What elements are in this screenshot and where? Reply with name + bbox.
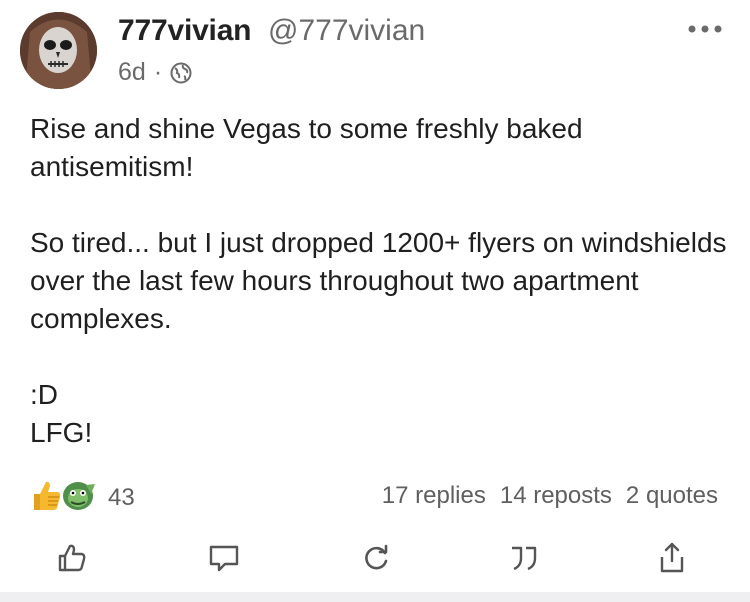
reaction-count[interactable]: 43 <box>108 484 135 512</box>
post-meta: 6d · <box>118 58 192 87</box>
post-paragraph: Rise and shine Vegas to some freshly bak… <box>30 113 583 182</box>
reply-button[interactable] <box>204 538 244 578</box>
repost-button[interactable] <box>356 538 396 578</box>
timestamp[interactable]: 6d <box>118 58 146 87</box>
action-bar <box>0 530 750 588</box>
replies-count[interactable]: 17 replies <box>382 482 486 510</box>
avatar[interactable] <box>20 12 97 89</box>
post-paragraph: LFG! <box>30 417 93 448</box>
post-stats: 43 17 replies 14 reposts 2 quotes <box>30 478 730 518</box>
quotes-count[interactable]: 2 quotes <box>626 482 718 510</box>
comment-icon <box>209 545 239 572</box>
author-name[interactable]: 777vivian <box>118 14 252 48</box>
thumbs-up-icon <box>58 544 86 572</box>
author-handle[interactable]: @777vivian <box>268 14 425 48</box>
like-button[interactable] <box>52 538 92 578</box>
avatar-image <box>20 12 97 89</box>
post-body: Rise and shine Vegas to some freshly bak… <box>30 110 730 452</box>
custom-emoji-icon <box>63 482 95 510</box>
globe-icon <box>170 62 192 83</box>
meta-separator: · <box>153 58 163 86</box>
share-icon <box>660 542 684 573</box>
post-paragraph: :D <box>30 379 58 410</box>
reaction-summary[interactable] <box>30 478 98 514</box>
divider <box>0 592 750 602</box>
quote-button[interactable] <box>504 538 544 578</box>
repost-icon <box>365 544 388 570</box>
post-paragraph: So tired... but I just dropped 1200+ fly… <box>30 227 727 334</box>
reposts-count[interactable]: 14 reposts <box>500 482 612 510</box>
more-icon <box>688 25 722 33</box>
more-options-button[interactable] <box>680 14 730 44</box>
share-button[interactable] <box>652 538 692 578</box>
post-card: 777vivian @777vivian 6d · Rise and shine… <box>0 0 750 590</box>
quote-icon <box>512 546 537 571</box>
engagement-counts: 17 replies 14 reposts 2 quotes <box>382 482 718 510</box>
